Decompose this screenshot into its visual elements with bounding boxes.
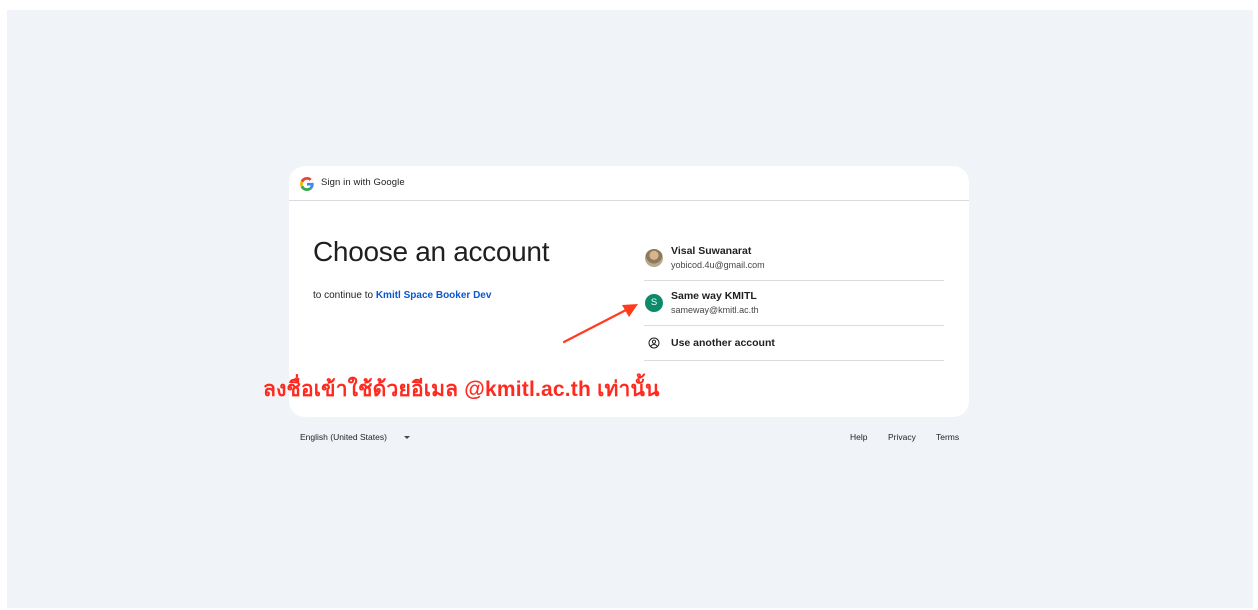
chevron-down-icon[interactable]: [404, 436, 410, 439]
person-circle-icon: [648, 337, 660, 349]
account-item-visal[interactable]: Visal Suwanarat yobicod.4u@gmail.com: [644, 236, 944, 281]
google-logo-icon: [300, 177, 314, 191]
account-list: Visal Suwanarat yobicod.4u@gmail.com S S…: [644, 236, 944, 361]
avatar-photo: [645, 249, 663, 267]
account-name: Visal Suwanarat: [671, 245, 752, 257]
privacy-link[interactable]: Privacy: [888, 432, 916, 442]
use-another-account-label: Use another account: [671, 337, 775, 349]
use-another-account-button[interactable]: Use another account: [644, 326, 944, 361]
language-select[interactable]: English (United States): [300, 432, 387, 442]
subtext-prefix: to continue to: [313, 290, 376, 301]
account-name: Same way KMITL: [671, 290, 757, 302]
header-title: Sign in with Google: [321, 177, 405, 188]
terms-link[interactable]: Terms: [936, 432, 959, 442]
account-email: sameway@kmitl.ac.th: [671, 305, 759, 315]
continue-subtext: to continue to Kmitl Space Booker Dev: [313, 290, 491, 301]
app-name-link[interactable]: Kmitl Space Booker Dev: [376, 290, 492, 301]
account-item-sameway[interactable]: S Same way KMITL sameway@kmitl.ac.th: [644, 281, 944, 326]
avatar-letter: S: [645, 294, 663, 312]
annotation-text: ลงชื่อเข้าใช้ด้วยอีเมล @kmitl.ac.th เท่า…: [263, 378, 660, 401]
annotation-arrow-icon: [562, 304, 638, 344]
account-email: yobicod.4u@gmail.com: [671, 260, 765, 270]
page-title: Choose an account: [313, 236, 550, 267]
help-link[interactable]: Help: [850, 432, 867, 442]
footer: English (United States) Help Privacy Ter…: [289, 432, 969, 448]
card-header: Sign in with Google: [289, 166, 969, 201]
